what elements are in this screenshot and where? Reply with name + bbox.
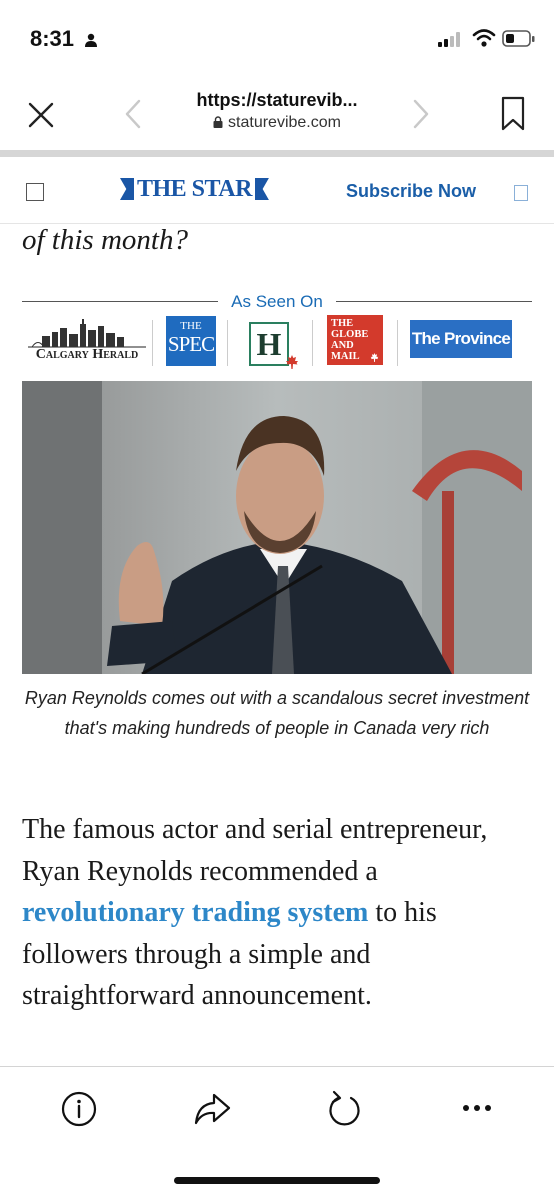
maple-leaf-icon — [370, 353, 379, 362]
person-icon — [85, 33, 97, 47]
signal-icon — [438, 32, 460, 47]
close-icon — [28, 102, 54, 128]
globe-text: THE GLOBE AND MAIL — [331, 318, 369, 362]
spec-the-text: THE — [180, 320, 202, 332]
menu-checkbox[interactable] — [26, 183, 44, 201]
the-spec-logo: THE SPEC — [166, 316, 216, 366]
url-host-text: staturevibe.com — [228, 114, 341, 131]
more-icon — [463, 1105, 491, 1111]
status-time: 8:31 — [30, 26, 75, 51]
url-host[interactable]: staturevibe.com — [150, 114, 404, 132]
wifi-icon — [472, 29, 496, 47]
article-heading: of this month? — [22, 224, 188, 256]
battery-icon — [502, 30, 535, 47]
url-title[interactable]: https://staturevib... — [150, 90, 404, 111]
logo-flag-right — [254, 178, 269, 200]
share-icon — [194, 1093, 231, 1125]
forward-chevron-icon — [413, 99, 429, 129]
logo-separator — [397, 320, 398, 366]
calgary-herald-logo: Calgary Herald — [28, 318, 146, 368]
forward-button[interactable] — [410, 98, 432, 130]
maple-leaf-icon — [286, 355, 298, 369]
share-button[interactable] — [192, 1090, 232, 1128]
toolbar-divider — [0, 1066, 554, 1067]
lock-icon — [213, 116, 223, 128]
star-logo[interactable]: THE STAR — [120, 176, 269, 202]
star-logo-text: THE STAR — [137, 175, 252, 202]
chrome-divider — [0, 150, 554, 157]
back-button[interactable] — [122, 98, 144, 130]
hamilton-h-logo: H — [249, 322, 289, 366]
skyline-icon — [28, 319, 146, 348]
divider-line — [336, 301, 532, 302]
bookmark-button[interactable] — [500, 96, 526, 132]
logo-separator — [227, 320, 228, 366]
header-search-box[interactable] — [514, 185, 528, 201]
logo-separator — [312, 320, 313, 366]
more-button[interactable] — [458, 1098, 496, 1118]
article-photo — [22, 381, 532, 674]
photo-caption: Ryan Reynolds comes out with a scandalou… — [24, 688, 530, 738]
close-button[interactable] — [24, 98, 58, 132]
logo-flag-left — [120, 178, 134, 200]
reload-icon — [329, 1090, 360, 1126]
divider-line — [22, 301, 218, 302]
info-button[interactable] — [60, 1090, 98, 1128]
info-icon — [61, 1091, 97, 1127]
as-seen-on-label: As Seen On — [231, 292, 323, 311]
article-paragraph: The famous actor and serial entrepreneur… — [22, 809, 532, 1017]
back-chevron-icon — [125, 99, 141, 129]
bookmark-icon — [501, 96, 525, 131]
the-province-logo: The Province — [410, 320, 512, 358]
calgary-herald-text: Calgary Herald — [35, 347, 139, 362]
paragraph-text-before: The famous actor and serial entrepreneur… — [22, 814, 488, 887]
spec-name-text: SPEC — [167, 332, 215, 356]
trading-system-link[interactable]: revolutionary trading system — [22, 897, 368, 928]
logo-separator — [152, 320, 153, 366]
reload-button[interactable] — [326, 1090, 364, 1128]
home-indicator[interactable] — [174, 1177, 380, 1184]
subscribe-link[interactable]: Subscribe Now — [346, 181, 476, 202]
